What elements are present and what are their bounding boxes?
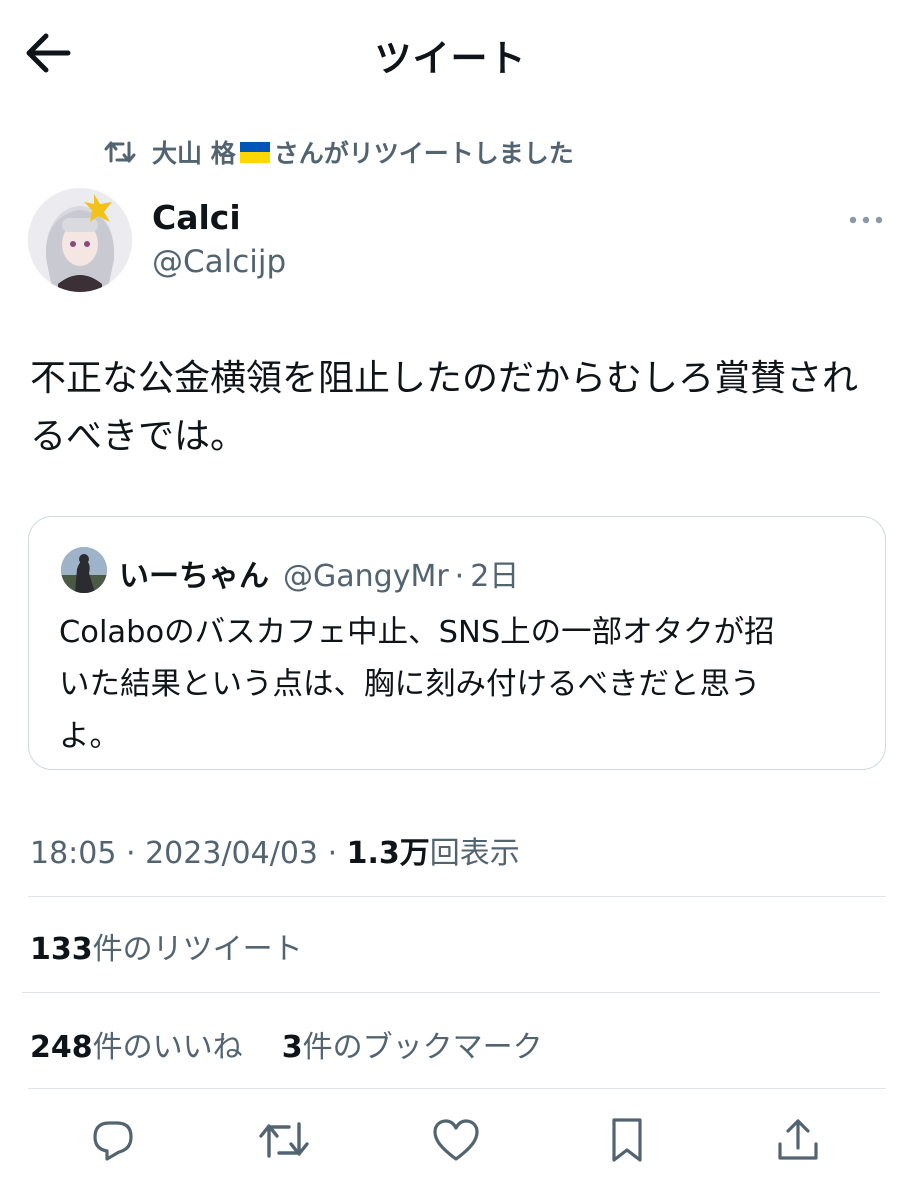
quoted-handle: @GangyMr	[283, 559, 449, 594]
like-button[interactable]	[428, 1112, 484, 1168]
tweet-line: るべきでは。	[30, 416, 247, 457]
retweets-label: 件のリツイート	[92, 932, 303, 967]
author-display-name[interactable]: Calci	[152, 198, 241, 237]
quoted-display-name: いーちゃん	[119, 559, 269, 594]
tweet-meta: 18:05 · 2023/04/03 · 1.3万回表示	[30, 828, 520, 872]
quoted-time: 2日	[470, 559, 520, 594]
reply-button[interactable]	[85, 1112, 141, 1168]
quoted-line: よ。	[59, 719, 120, 754]
more-horizontal-icon	[849, 216, 883, 224]
quoted-tweet-card[interactable]: いーちゃん @GangyMr · 2日 Colaboのバスカフェ中止、SNS上の…	[28, 516, 886, 770]
retweets-stat[interactable]: 133件のリツイート	[30, 924, 303, 968]
separator-dot: ·	[126, 836, 146, 871]
page-title: ツイート	[374, 37, 527, 80]
tweet-date[interactable]: 2023/04/03	[145, 836, 318, 871]
bookmarks-stat[interactable]: 3件のブックマーク	[282, 1030, 543, 1065]
divider	[28, 1088, 886, 1089]
quoted-avatar	[61, 547, 107, 593]
retweet-icon	[259, 1122, 309, 1158]
more-options-button[interactable]	[846, 206, 886, 234]
ukraine-flag-icon	[239, 141, 270, 163]
quoted-separator-dot: ·	[454, 559, 465, 594]
author-handle[interactable]: @Calcijp	[152, 244, 286, 280]
bookmarks-count: 3	[281, 1030, 303, 1065]
bookmark-button[interactable]	[599, 1112, 655, 1168]
quoted-text: Colaboのバスカフェ中止、SNS上の一部オタクが招 いた結果という点は、胸に刻…	[59, 607, 869, 763]
tweet-time[interactable]: 18:05	[30, 836, 116, 871]
avatar-image	[28, 188, 132, 292]
likes-count: 248	[30, 1030, 93, 1065]
retweets-count: 133	[30, 932, 93, 967]
retweeter-name: 大山 格	[152, 139, 236, 168]
retweet-button[interactable]	[256, 1112, 312, 1168]
likes-stat[interactable]: 248件のいいね	[30, 1030, 243, 1065]
tweet-line: 不正な公金横領を阻止したのだからむしろ賞賛され	[30, 358, 859, 399]
quoted-header: いーちゃん @GangyMr · 2日	[119, 551, 519, 595]
likes-bookmarks-stat: 248件のいいね 3件のブックマーク	[30, 1022, 543, 1066]
divider	[22, 992, 880, 993]
likes-label: 件のいいね	[92, 1030, 243, 1065]
separator-dot: ·	[327, 836, 347, 871]
avatar[interactable]	[28, 188, 132, 292]
quoted-avatar-image	[61, 547, 107, 593]
divider	[28, 896, 886, 897]
views-count: 1.3万	[346, 836, 430, 871]
reply-icon	[93, 1121, 133, 1161]
quoted-line: Colaboのバスカフェ中止、SNS上の一部オタクが招	[59, 615, 775, 650]
quoted-line: いた結果という点は、胸に刻み付けるべきだと思う	[59, 667, 761, 702]
retweet-suffix: さんがリツイートしました	[273, 139, 574, 168]
views-label: 回表示	[429, 836, 520, 871]
retweet-icon	[104, 141, 136, 163]
share-icon	[778, 1119, 818, 1160]
share-button[interactable]	[770, 1112, 826, 1168]
bookmarks-label: 件のブックマーク	[302, 1030, 543, 1065]
bookmark-icon	[612, 1118, 642, 1162]
like-icon	[433, 1119, 479, 1161]
retweet-banner[interactable]: 大山 格 さんがリツイートしました	[104, 134, 574, 170]
tweet-text: 不正な公金横領を阻止したのだからむしろ賞賛され るべきでは。	[30, 350, 890, 466]
